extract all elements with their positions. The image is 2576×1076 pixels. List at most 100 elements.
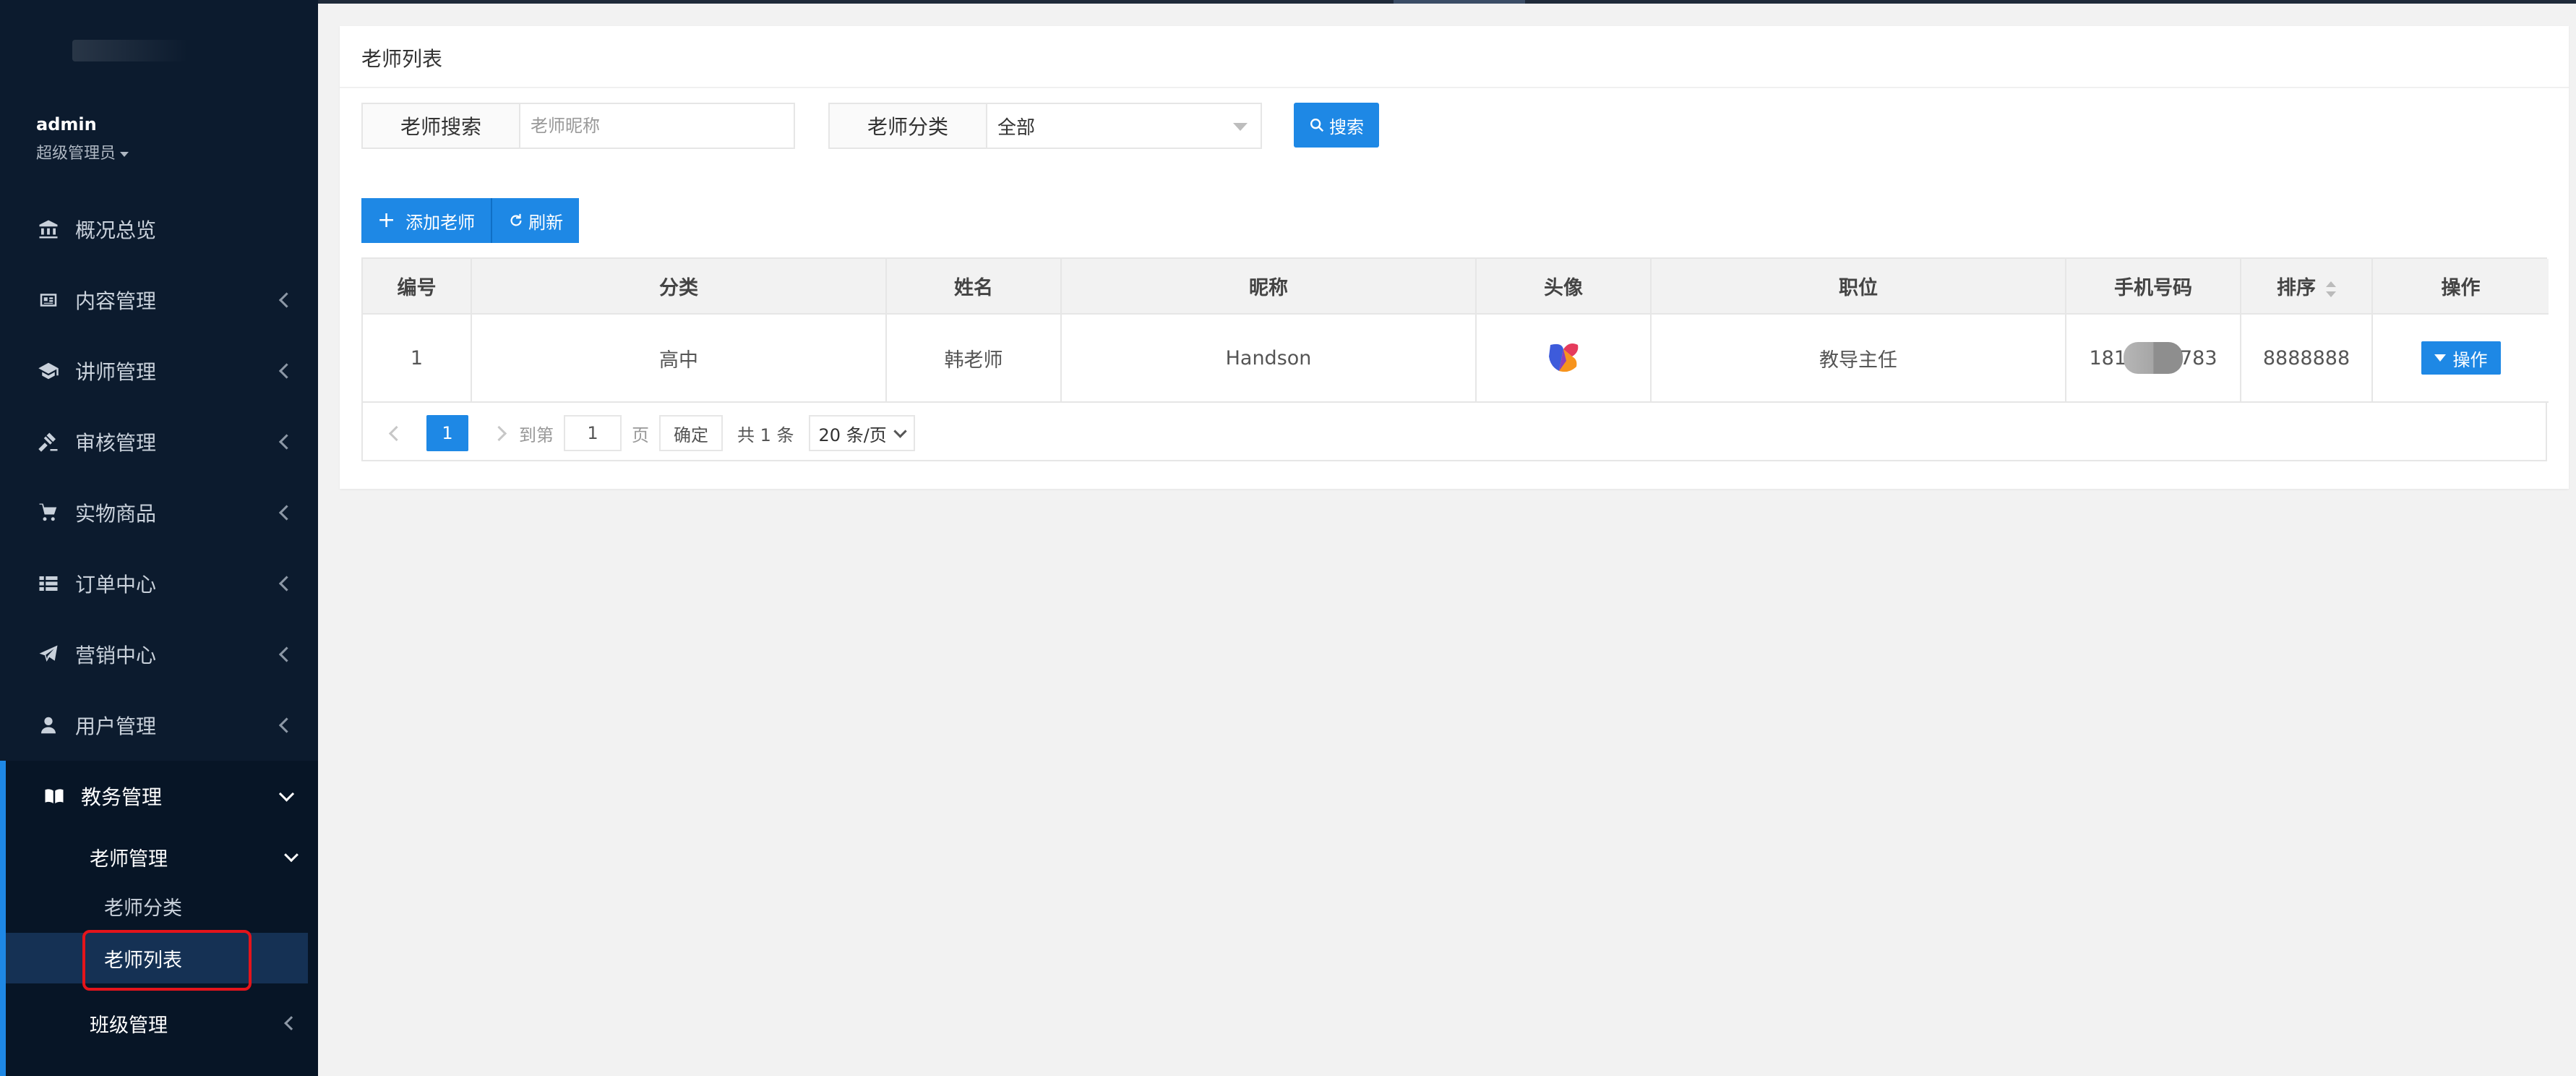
- category-field: 老师分类 全部: [828, 103, 1262, 149]
- goto-label: 到第: [519, 424, 554, 445]
- search-input[interactable]: [520, 103, 795, 149]
- add-teacher-button[interactable]: + 添加老师: [361, 198, 491, 243]
- sidebar-item-label: 用户管理: [75, 714, 157, 738]
- category-select[interactable]: 全部: [987, 103, 1262, 149]
- sidebar-item-label: 内容管理: [75, 289, 157, 313]
- sidebar-item-label: 实物商品: [75, 502, 157, 526]
- sidebar-item-content[interactable]: 内容管理: [0, 265, 318, 336]
- search-button-label: 搜索: [1329, 116, 1364, 137]
- page-size-select[interactable]: 20 条/页: [808, 415, 915, 451]
- teacher-list-card: 老师列表 老师搜索 老师分类 全部 搜索 + 添加老师 刷新: [340, 26, 2569, 489]
- sidebar-subgroup-teacher[interactable]: 老师管理: [0, 832, 318, 882]
- next-page-button[interactable]: [489, 423, 509, 443]
- sidebar-item-label: 订单中心: [75, 573, 157, 597]
- chevron-left-icon: [278, 576, 295, 592]
- sidebar-item-lecturer[interactable]: 讲师管理: [0, 336, 318, 406]
- chevron-left-icon: [284, 1016, 299, 1030]
- page-title: 老师列表: [361, 47, 443, 71]
- cell-nickname: Handson: [1061, 314, 1477, 403]
- active-tab-indicator: [1394, 0, 1525, 4]
- chevron-left-icon: [278, 505, 295, 521]
- sidebar-subgroup-class[interactable]: 班级管理: [0, 998, 318, 1049]
- gavel-icon: [36, 430, 61, 454]
- sidebar-item-teacher-category[interactable]: 老师分类: [0, 881, 318, 931]
- submenu-group-label: 班级管理: [90, 1014, 168, 1037]
- chevron-left-icon: [278, 434, 295, 450]
- plus-icon: +: [377, 208, 396, 233]
- chevron-left-icon: [278, 292, 295, 308]
- toolbar: + 添加老师 刷新: [361, 198, 580, 243]
- refresh-button[interactable]: 刷新: [491, 198, 580, 243]
- teacher-table: 编号 分类 姓名 昵称 头像 职位 手机号码 排序 操作 1 高中 韩老师 Ha…: [361, 257, 2549, 461]
- divider: [340, 87, 2569, 88]
- search-field: 老师搜索: [361, 103, 795, 149]
- column-header-sortable[interactable]: 排序: [2241, 259, 2373, 315]
- prev-page-button[interactable]: [386, 423, 406, 443]
- action-label: 操作: [2452, 349, 2488, 370]
- sidebar-item-orders[interactable]: 订单中心: [0, 548, 318, 619]
- goto-page-input[interactable]: [564, 415, 622, 451]
- chevron-left-icon: [278, 717, 295, 733]
- column-header: 姓名: [886, 259, 1062, 315]
- column-header: 昵称: [1061, 259, 1477, 315]
- cell-name: 韩老师: [886, 314, 1062, 403]
- chevron-down-icon: [284, 847, 299, 863]
- user-icon: [36, 713, 61, 738]
- submenu-item-label: 老师列表: [104, 949, 182, 972]
- cell-category: 高中: [471, 314, 887, 403]
- total-count: 共 1 条: [737, 424, 794, 445]
- column-header: 分类: [471, 259, 887, 315]
- caret-down-icon: [2434, 354, 2446, 362]
- sidebar-item-label: 讲师管理: [75, 360, 157, 384]
- user-role-dropdown[interactable]: 超级管理员: [36, 140, 129, 163]
- sidebar-item-marketing[interactable]: 营销中心: [0, 619, 318, 690]
- phone-mask: [2124, 342, 2183, 374]
- sidebar-item-label: 教务管理: [81, 785, 163, 809]
- phone-prefix: 181: [2089, 346, 2126, 370]
- user-role-label: 超级管理员: [36, 145, 116, 163]
- table-header-row: 编号 分类 姓名 昵称 头像 职位 手机号码 排序 操作: [363, 259, 2549, 315]
- user-name: admin: [36, 114, 97, 134]
- cell-position: 教导主任: [1651, 314, 2066, 403]
- cell-avatar: [1476, 314, 1652, 403]
- top-strip: [318, 0, 2576, 4]
- goto-confirm-button[interactable]: 确定: [659, 415, 723, 451]
- phone-suffix: 783: [2180, 346, 2217, 370]
- sidebar-item-academic[interactable]: 教务管理: [0, 761, 318, 832]
- column-header: 操作: [2372, 259, 2549, 315]
- column-header: 手机号码: [2066, 259, 2241, 315]
- sidebar-item-goods[interactable]: 实物商品: [0, 477, 318, 548]
- chevron-right-icon: [491, 425, 507, 441]
- search-label: 老师搜索: [361, 103, 520, 149]
- newspaper-icon: [36, 288, 61, 312]
- sidebar-item-teacher-list[interactable]: 老师列表: [6, 933, 308, 983]
- page-unit-label: 页: [632, 424, 649, 445]
- category-label: 老师分类: [828, 103, 987, 149]
- refresh-icon: [510, 213, 522, 226]
- refresh-label: 刷新: [528, 212, 564, 233]
- sort-icon[interactable]: [2326, 281, 2336, 297]
- chevron-down-icon: [893, 424, 907, 438]
- column-header: 职位: [1651, 259, 2066, 315]
- page-number-current[interactable]: 1: [426, 415, 468, 451]
- table-row: 1 高中 韩老师 Handson 教导主任 181 783 8888888 操作: [363, 314, 2549, 403]
- sidebar-item-label: 概况总览: [75, 218, 157, 242]
- sidebar-item-review[interactable]: 审核管理: [0, 406, 318, 477]
- submenu-item-label: 老师分类: [104, 897, 182, 920]
- paper-plane-icon: [36, 642, 61, 667]
- bank-icon: [36, 217, 61, 242]
- sidebar-item-users[interactable]: 用户管理: [0, 690, 318, 761]
- column-header: 头像: [1476, 259, 1652, 315]
- search-button[interactable]: 搜索: [1294, 103, 1379, 148]
- page-size-value: 20 条/页: [818, 424, 887, 445]
- caret-down-icon: [120, 151, 129, 157]
- cell-action: 操作: [2372, 314, 2549, 403]
- chevron-left-icon: [278, 363, 295, 379]
- submenu-group-label: 老师管理: [90, 847, 168, 871]
- sidebar-item-label: 审核管理: [75, 431, 157, 455]
- list-icon: [36, 571, 61, 596]
- action-dropdown-button[interactable]: 操作: [2421, 341, 2501, 375]
- sidebar-item-overview[interactable]: 概况总览: [0, 194, 318, 265]
- graduation-cap-icon: [36, 359, 61, 383]
- logo: [72, 40, 188, 61]
